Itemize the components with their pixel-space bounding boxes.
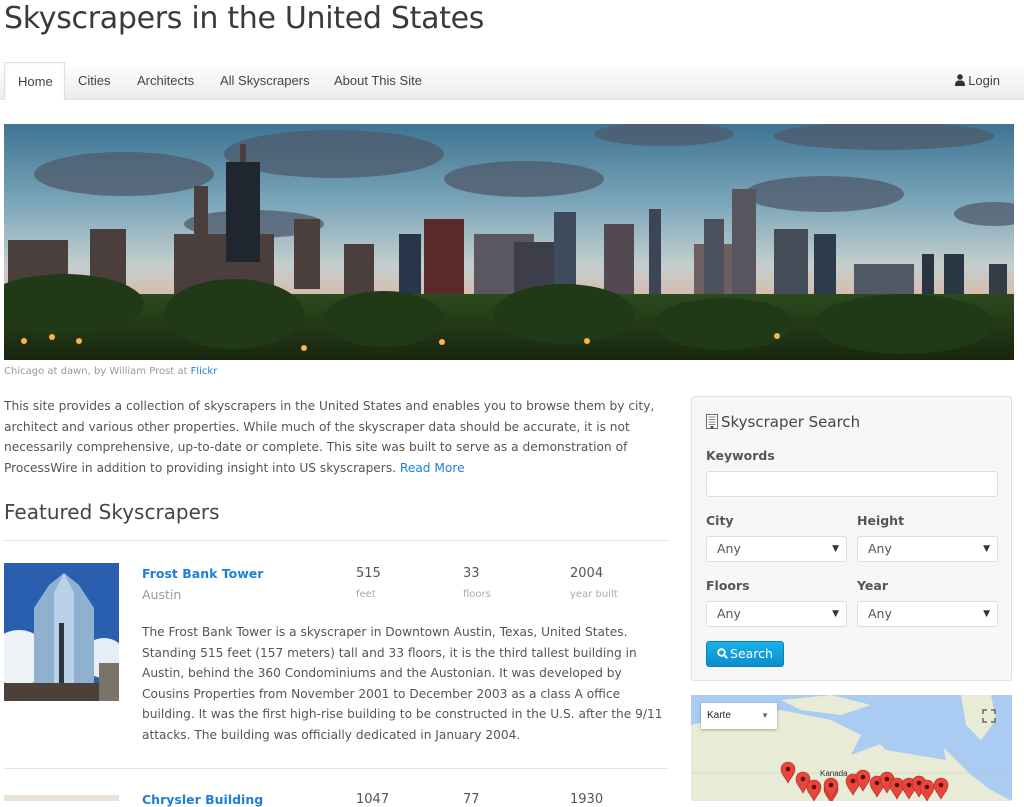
divider	[4, 768, 668, 769]
read-more-link[interactable]: Read More	[400, 461, 465, 475]
user-icon	[955, 63, 966, 86]
height-label: feet	[356, 589, 376, 600]
divider	[4, 540, 668, 541]
hero-image	[4, 124, 1014, 360]
hero-caption: Chicago at dawn, by William Prost at Fli…	[4, 366, 217, 377]
site-title: Skyscrapers in the United States	[4, 1, 485, 36]
building-name-link[interactable]: Frost Bank Tower	[142, 566, 263, 581]
nav-about[interactable]: About This Site	[321, 62, 435, 100]
year-label: Year	[857, 578, 888, 593]
building-name-link[interactable]: Chrysler Building	[142, 792, 263, 807]
caret-down-icon: ▼	[761, 711, 769, 720]
map-country-label: Kanada	[820, 769, 848, 778]
caret-down-icon: ▼	[832, 544, 839, 554]
year-value: 2004	[570, 566, 604, 581]
skyscraper-search-panel: Skyscraper Search Keywords City Any ▼ He…	[691, 396, 1012, 681]
floors-value: 33	[463, 566, 480, 581]
building-description: The Frost Bank Tower is a skyscraper in …	[142, 625, 663, 742]
intro-paragraph: This site provides a collection of skysc…	[4, 396, 676, 478]
year-select[interactable]: Any ▼	[857, 601, 998, 627]
keywords-label: Keywords	[706, 448, 775, 463]
intro-text: This site provides a collection of skysc…	[4, 399, 655, 475]
search-button[interactable]: Search	[706, 641, 784, 667]
height-label: Height	[857, 513, 905, 528]
featured-heading: Featured Skyscrapers	[4, 500, 220, 524]
city-select-value: Any	[717, 541, 741, 556]
height-value: 1047	[356, 792, 390, 807]
height-select[interactable]: Any ▼	[857, 536, 998, 562]
floors-select[interactable]: Any ▼	[706, 601, 847, 627]
chicago-skyline-image	[4, 124, 1014, 360]
floors-label: floors	[463, 589, 491, 600]
building-icon	[706, 414, 718, 429]
floors-label: Floors	[706, 578, 750, 593]
year-select-value: Any	[868, 606, 892, 621]
height-select-value: Any	[868, 541, 892, 556]
search-button-label: Search	[730, 646, 773, 661]
year-value: 1930	[570, 792, 604, 807]
skyscraper-map[interactable]: Karte ▼ Kanada	[691, 695, 1012, 801]
fullscreen-icon[interactable]	[976, 703, 1002, 729]
map-type-label: Karte	[707, 710, 731, 721]
search-title-text: Skyscraper Search	[721, 413, 861, 431]
height-value: 515	[356, 566, 381, 581]
keywords-input[interactable]	[706, 471, 998, 497]
map-type-select[interactable]: Karte ▼	[701, 703, 777, 729]
chrysler-building-thumbnail[interactable]	[4, 795, 119, 801]
caret-down-icon: ▼	[983, 609, 990, 619]
floors-select-value: Any	[717, 606, 741, 621]
year-label: year built	[570, 589, 618, 600]
city-select[interactable]: Any ▼	[706, 536, 847, 562]
login-link[interactable]: Login	[955, 62, 1000, 100]
floors-value: 77	[463, 792, 480, 807]
nav-home[interactable]: Home	[4, 62, 65, 100]
frost-bank-tower-thumbnail[interactable]	[4, 563, 119, 701]
nav-cities[interactable]: Cities	[65, 62, 124, 100]
caret-down-icon: ▼	[832, 609, 839, 619]
search-icon	[717, 643, 728, 659]
caret-down-icon: ▼	[983, 544, 990, 554]
building-city: Austin	[142, 587, 182, 602]
nav-all-skyscrapers[interactable]: All Skyscrapers	[207, 62, 323, 100]
flickr-link[interactable]: Flickr	[191, 366, 218, 377]
city-label: City	[706, 513, 734, 528]
search-panel-title: Skyscraper Search	[706, 413, 860, 431]
nav-architects[interactable]: Architects	[124, 62, 207, 100]
main-navbar: Home Cities Architects All Skyscrapers A…	[0, 62, 1024, 100]
login-label: Login	[968, 73, 1000, 88]
caption-text: Chicago at dawn, by William Prost at	[4, 366, 191, 377]
